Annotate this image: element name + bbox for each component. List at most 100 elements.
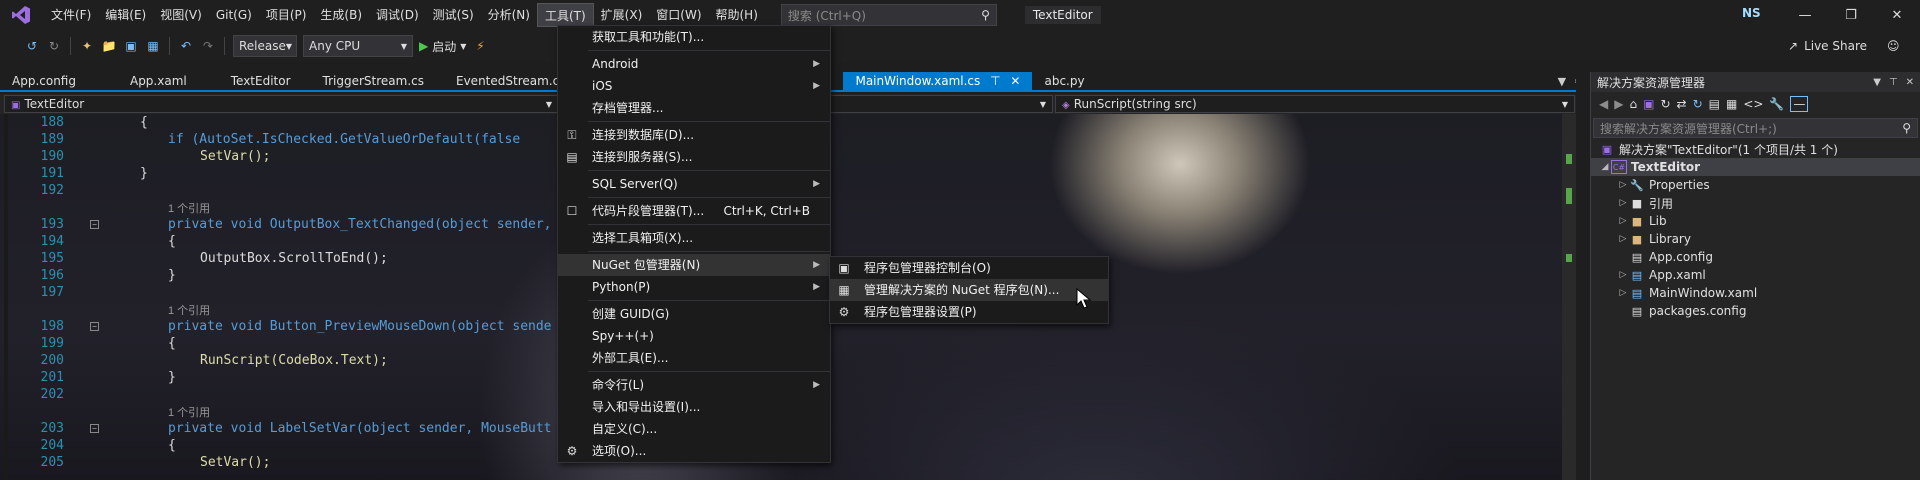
forward-icon[interactable]: ▶ xyxy=(1614,97,1623,111)
close-icon[interactable]: ✕ xyxy=(1874,0,1920,30)
collapsed-caret-icon[interactable]: ▷ xyxy=(1617,288,1629,298)
global-search-input[interactable]: 搜索 (Ctrl+Q) ⚲ xyxy=(780,4,997,26)
tree-item-properties[interactable]: ▷ 🔧 Properties xyxy=(1591,176,1920,194)
undo-icon[interactable]: ↶ xyxy=(178,38,194,54)
tab-abc-py[interactable]: abc.py xyxy=(1032,72,1096,90)
menu-item-manage-nuget-packages[interactable]: ▦ 管理解决方案的 NuGet 程序包(N)... xyxy=(830,279,1108,301)
menu-test[interactable]: 测试(S) xyxy=(426,3,481,27)
menu-item-spy[interactable]: Spy++(+) xyxy=(558,325,830,347)
panel-splitter[interactable] xyxy=(1576,72,1590,480)
menu-item-import-export[interactable]: 导入和导出设置(I)... xyxy=(558,396,830,418)
menu-item-connect-database[interactable]: ⚿ 连接到数据库(D)... xyxy=(558,124,830,146)
tree-item-references[interactable]: ▷ ■ 引用 xyxy=(1591,194,1920,212)
pin-icon[interactable]: ⊤ xyxy=(1889,77,1898,88)
menu-item-ios[interactable]: iOS ▶ xyxy=(558,75,830,97)
solution-search-input[interactable]: 搜索解决方案资源管理器(Ctrl+;) ⚲ xyxy=(1593,118,1918,138)
window-position-icon[interactable]: ▼ xyxy=(1873,77,1881,88)
collapse-all-icon[interactable]: ▤ xyxy=(1709,97,1720,111)
menu-edit[interactable]: 编辑(E) xyxy=(98,3,153,27)
project-dropdown[interactable]: ▣ TextEditor ▼ xyxy=(4,95,559,113)
menu-item-archive-manager[interactable]: 存档管理器... xyxy=(558,97,830,119)
platform-select[interactable]: Any CPU ▼ xyxy=(303,35,413,57)
collapsed-caret-icon[interactable]: ▷ xyxy=(1617,180,1629,190)
start-button[interactable]: ▶ 启动 ▼ xyxy=(419,38,466,55)
back-icon[interactable]: ↺ xyxy=(24,38,40,54)
close-tab-icon[interactable]: ✕ xyxy=(1010,74,1020,88)
tree-project-node[interactable]: ◢ C# TextEditor xyxy=(1591,158,1920,176)
view-code-icon[interactable]: <> xyxy=(1743,97,1763,111)
save-icon[interactable]: ▣ xyxy=(123,38,139,54)
forward-icon[interactable]: ↻ xyxy=(46,38,62,54)
menu-item-connect-server[interactable]: ▤ 连接到服务器(S)... xyxy=(558,146,830,168)
switch-views-icon[interactable]: ▣ xyxy=(1643,97,1654,111)
user-avatar[interactable]: NS xyxy=(1742,6,1764,24)
menu-help[interactable]: 帮助(H) xyxy=(709,3,765,27)
tab-app-xaml[interactable]: App.xaml xyxy=(118,72,199,90)
redo-icon[interactable]: ↷ xyxy=(200,38,216,54)
collapse-icon[interactable]: − xyxy=(90,322,99,331)
properties-wrench-icon[interactable]: 🔧 xyxy=(1769,97,1784,111)
tree-item-library[interactable]: ▷ ■ Library xyxy=(1591,230,1920,248)
tab-list-icon[interactable]: ▼ xyxy=(1558,75,1566,88)
collapsed-caret-icon[interactable]: ▷ xyxy=(1617,270,1629,280)
menu-item-package-manager-console[interactable]: ▣ 程序包管理器控制台(O) xyxy=(830,257,1108,279)
collapsed-caret-icon[interactable]: ▷ xyxy=(1617,198,1629,208)
tab-app-config[interactable]: App.config xyxy=(0,72,88,90)
menu-build[interactable]: 生成(B) xyxy=(313,3,369,27)
menu-item-android[interactable]: Android ▶ xyxy=(558,53,830,75)
collapsed-caret-icon[interactable]: ▷ xyxy=(1617,234,1629,244)
menu-item-customize[interactable]: 自定义(C)... xyxy=(558,418,830,440)
refresh-icon[interactable]: ↻ xyxy=(1693,97,1703,111)
menu-file[interactable]: 文件(F) xyxy=(44,3,98,27)
preview-selected-icon[interactable]: — xyxy=(1790,96,1809,112)
menu-item-get-tools[interactable]: 获取工具和功能(T)... xyxy=(558,26,830,48)
menu-item-python[interactable]: Python(P) ▶ xyxy=(558,276,830,298)
tree-item-app-config[interactable]: ▤ App.config xyxy=(1591,248,1920,266)
tab-texteditor[interactable]: TextEditor xyxy=(219,72,303,90)
menu-item-options[interactable]: ⚙ 选项(O)... xyxy=(558,440,830,462)
tree-item-mainwindow-xaml[interactable]: ▷ ▤ MainWindow.xaml xyxy=(1591,284,1920,302)
menu-item-command-line[interactable]: 命令行(L) ▶ xyxy=(558,374,830,396)
feedback-icon[interactable]: ☺ xyxy=(1887,39,1900,53)
home-icon[interactable]: ⌂ xyxy=(1629,97,1637,111)
minimize-icon[interactable]: — xyxy=(1782,0,1828,30)
collapse-icon[interactable]: − xyxy=(90,220,99,229)
pin-icon[interactable]: ⊤ xyxy=(990,74,1000,88)
menu-view[interactable]: 视图(V) xyxy=(153,3,209,27)
pending-changes-filter-icon[interactable]: ↻ xyxy=(1660,97,1670,111)
member-dropdown[interactable]: ◈ RunScript(string src) ▼ xyxy=(1055,95,1575,113)
menu-item-code-snippets[interactable]: ☐ 代码片段管理器(T)... Ctrl+K, Ctrl+B xyxy=(558,200,830,222)
show-all-files-icon[interactable]: ▦ xyxy=(1726,97,1737,111)
menu-tools[interactable]: 工具(T) xyxy=(536,3,594,27)
back-icon[interactable]: ◀ xyxy=(1599,97,1608,111)
menu-item-external-tools[interactable]: 外部工具(E)... xyxy=(558,347,830,369)
new-item-icon[interactable]: ✦ xyxy=(79,38,95,54)
tab-triggerstream[interactable]: TriggerStream.cs xyxy=(311,72,436,90)
menu-debug[interactable]: 调试(D) xyxy=(369,3,426,27)
tree-solution-node[interactable]: ▣ 解决方案"TextEditor"(1 个项目/共 1 个) xyxy=(1591,140,1920,158)
menu-item-nuget[interactable]: NuGet 包管理器(N) ▶ xyxy=(558,254,830,276)
configuration-select[interactable]: Release ▼ xyxy=(233,35,297,57)
tree-item-packages-config[interactable]: ▤ packages.config xyxy=(1591,302,1920,320)
menu-window[interactable]: 窗口(W) xyxy=(649,3,708,27)
open-folder-icon[interactable]: 📁 xyxy=(101,38,117,54)
menu-item-package-manager-settings[interactable]: ⚙ 程序包管理器设置(P) xyxy=(830,301,1108,323)
tree-item-lib[interactable]: ▷ ■ Lib xyxy=(1591,212,1920,230)
restore-icon[interactable]: ❐ xyxy=(1828,0,1874,30)
tab-mainwindow-xaml-cs[interactable]: MainWindow.xaml.cs ⊤ ✕ xyxy=(843,72,1033,90)
menu-item-create-guid[interactable]: 创建 GUID(G) xyxy=(558,303,830,325)
menu-analyze[interactable]: 分析(N) xyxy=(481,3,537,27)
menu-git[interactable]: Git(G) xyxy=(209,3,259,27)
menu-project[interactable]: 项目(P) xyxy=(259,3,314,27)
collapsed-caret-icon[interactable]: ▷ xyxy=(1617,216,1629,226)
menu-extensions[interactable]: 扩展(X) xyxy=(594,3,650,27)
save-all-icon[interactable]: ▦ xyxy=(145,38,161,54)
close-icon[interactable]: ✕ xyxy=(1906,77,1914,88)
editor-vertical-scrollbar[interactable] xyxy=(1562,114,1576,480)
menu-item-sql-server[interactable]: SQL Server(Q) ▶ xyxy=(558,173,830,195)
live-share-button[interactable]: ↗ Live Share ☺ xyxy=(1788,39,1900,53)
tree-item-app-xaml[interactable]: ▷ ▤ App.xaml xyxy=(1591,266,1920,284)
sync-icon[interactable]: ⇄ xyxy=(1677,97,1687,111)
hot-reload-icon[interactable]: ⚡ xyxy=(472,38,488,54)
expanded-caret-icon[interactable]: ◢ xyxy=(1599,162,1611,172)
